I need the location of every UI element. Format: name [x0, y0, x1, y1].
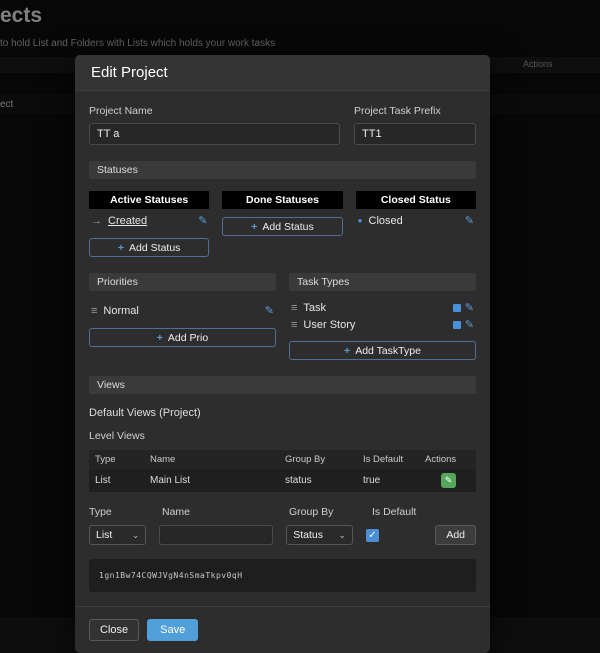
- edit-project-modal: Edit Project Project Name Project Task P…: [75, 55, 490, 653]
- modal-footer: Close Save: [75, 606, 490, 653]
- view-name-input[interactable]: [159, 525, 273, 545]
- level-views-title: Level Views: [89, 430, 476, 442]
- edit-pencil-icon[interactable]: ✎: [465, 318, 474, 331]
- views-table: Type Name Group By Is Default Actions Li…: [89, 450, 476, 492]
- view-isdefault-cell: true: [357, 471, 419, 490]
- add-status-button-done[interactable]: + Add Status: [222, 217, 342, 236]
- status-item-created: → Created ✎: [89, 209, 209, 230]
- task-type-label: Task: [303, 302, 326, 314]
- project-name-input[interactable]: [89, 123, 340, 145]
- task-type-label: User Story: [303, 319, 355, 331]
- active-statuses-column: Active Statuses → Created ✎ + Add Status: [89, 191, 209, 257]
- status-item-closed: ● Closed ✎: [356, 209, 476, 230]
- drag-handle-icon[interactable]: ≡: [291, 319, 297, 331]
- done-statuses-header: Done Statuses: [222, 191, 342, 209]
- priority-item-normal: ≡ Normal ✎: [89, 299, 276, 320]
- active-statuses-header: Active Statuses: [89, 191, 209, 209]
- add-status-button-active[interactable]: + Add Status: [89, 238, 209, 257]
- color-swatch-icon[interactable]: [453, 321, 461, 329]
- add-task-type-button[interactable]: + Add TaskType: [289, 341, 476, 360]
- drag-handle-icon[interactable]: ≡: [91, 305, 97, 317]
- priorities-section-header: Priorities: [89, 273, 276, 291]
- task-prefix-label: Project Task Prefix: [354, 105, 476, 117]
- plus-icon: +: [118, 242, 124, 254]
- add-view-form-controls: List ⌄ Status ⌄ ✓ Add: [89, 525, 476, 545]
- done-statuses-column: Done Statuses + Add Status: [222, 191, 342, 257]
- default-views-title: Default Views (Project): [89, 407, 476, 419]
- modal-title: Edit Project: [75, 55, 490, 91]
- view-name-cell: Main List: [144, 471, 279, 490]
- closed-status-column: Closed Status ● Closed ✎: [356, 191, 476, 257]
- task-type-item-task: ≡ Task ✎: [289, 299, 476, 316]
- project-id-box: 1gn1Bw74CQWJVgN4nSmaTkpv0qH: [89, 559, 476, 592]
- task-types-section-header: Task Types: [289, 273, 476, 291]
- view-type-select[interactable]: List ⌄: [89, 525, 146, 545]
- drag-handle-icon[interactable]: ≡: [291, 302, 297, 314]
- view-type-cell: List: [89, 471, 144, 490]
- priority-label: Normal: [103, 305, 138, 317]
- chevron-down-icon: ⌄: [338, 530, 346, 541]
- views-table-header: Type Name Group By Is Default Actions: [89, 450, 476, 469]
- close-button[interactable]: Close: [89, 619, 139, 641]
- view-groupby-cell: status: [279, 471, 357, 490]
- edit-pencil-icon[interactable]: ✎: [465, 214, 474, 227]
- edit-view-button[interactable]: ✎: [441, 473, 456, 488]
- plus-icon: +: [344, 345, 350, 357]
- status-label: Created: [108, 215, 147, 227]
- closed-status-header: Closed Status: [356, 191, 476, 209]
- plus-icon: +: [251, 221, 257, 233]
- views-table-row: List Main List status true ✎: [89, 469, 476, 492]
- add-view-button[interactable]: Add: [435, 525, 476, 545]
- status-dot-icon: ●: [358, 216, 363, 225]
- view-groupby-select[interactable]: Status ⌄: [286, 525, 353, 545]
- statuses-section-header: Statuses: [89, 161, 476, 179]
- edit-pencil-icon[interactable]: ✎: [265, 304, 274, 317]
- status-label: Closed: [369, 215, 403, 227]
- save-button[interactable]: Save: [147, 619, 198, 641]
- edit-pencil-icon[interactable]: ✎: [465, 301, 474, 314]
- color-swatch-icon[interactable]: [453, 304, 461, 312]
- add-view-form-labels: Type Name Group By Is Default: [89, 506, 476, 518]
- chevron-down-icon: ⌄: [132, 530, 140, 541]
- views-section-header: Views: [89, 376, 476, 394]
- arrow-right-icon: →: [91, 215, 102, 227]
- checkmark-icon: ✓: [368, 530, 376, 541]
- is-default-checkbox[interactable]: ✓: [366, 529, 379, 542]
- task-prefix-input[interactable]: [354, 123, 476, 145]
- task-types-column: Task Types ≡ Task ✎ ≡ User Story ✎: [289, 273, 476, 360]
- task-type-item-user-story: ≡ User Story ✎: [289, 316, 476, 333]
- add-priority-button[interactable]: + Add Prio: [89, 328, 276, 347]
- edit-pencil-icon: ✎: [445, 475, 453, 486]
- edit-pencil-icon[interactable]: ✎: [198, 214, 207, 227]
- project-name-label: Project Name: [89, 105, 340, 117]
- priorities-column: Priorities ≡ Normal ✎ + Add Prio: [89, 273, 276, 360]
- plus-icon: +: [157, 332, 163, 344]
